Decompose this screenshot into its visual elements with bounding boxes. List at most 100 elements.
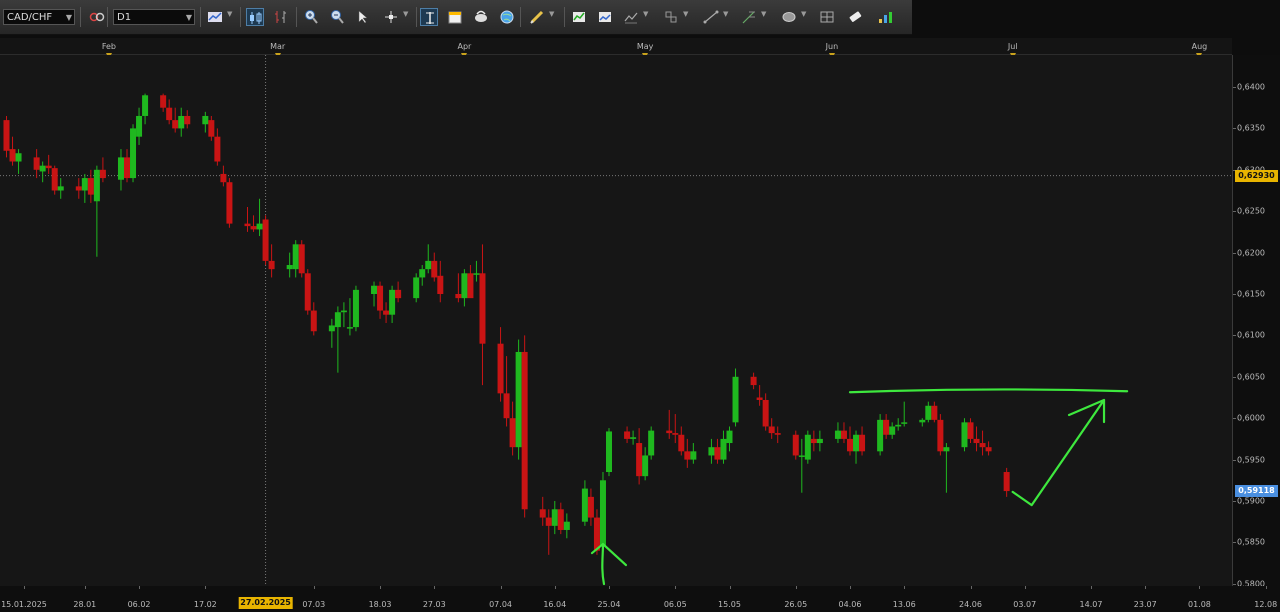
bullish-candle [340,302,347,328]
bullish-candle [708,438,715,464]
date-tick [675,586,677,589]
bearish-candle [672,414,679,444]
indicators-button[interactable] [622,8,640,26]
price-tick-label: 0,6000 [1237,413,1265,423]
candlestick-chart[interactable] [0,55,1232,586]
templates-button[interactable] [570,8,588,26]
bullish-candle [389,285,396,323]
line-chart-button[interactable] [206,8,224,26]
bearish-candle [250,215,257,232]
price-axis[interactable]: 0,64000,63500,63000,62500,62000,61500,61… [1233,55,1280,588]
bearish-candle [539,496,546,526]
eraser-button[interactable] [846,8,864,26]
grid-icon [820,11,834,23]
cursor-button[interactable] [354,8,372,26]
bullish-candle [39,161,46,183]
bearish-candle [545,509,552,555]
date-tick-label: 15.01.2025 [1,600,47,609]
bearish-candle [166,99,173,125]
grid-button[interactable] [818,8,836,26]
crosshair-button[interactable] [382,8,400,26]
price-tick-label: 0,6050 [1237,372,1265,382]
bearish-candle [587,488,594,526]
price-tick [1233,501,1236,502]
dropdown-arrow-icon[interactable]: ▼ [403,10,408,18]
signals-button[interactable] [876,8,894,26]
period-separator-button[interactable] [420,8,438,26]
bullish-candle [630,430,637,445]
bearish-candle [87,169,94,203]
bullish-candle [117,149,124,191]
bearish-candle [774,426,781,444]
bullish-candle [334,306,341,373]
date-tick [609,586,610,589]
bullish-candle [606,428,612,477]
chevron-down-icon: ▼ [185,13,192,22]
shapes-button[interactable] [780,8,798,26]
bullish-candle [352,285,359,332]
bar-chart-button[interactable] [272,8,290,26]
date-tick [1145,586,1147,589]
trendline-button[interactable] [702,8,720,26]
price-tick-label: 0,6350 [1237,123,1265,133]
date-tick [24,586,25,589]
month-label: Jul [1007,42,1018,51]
price-tick [1233,211,1236,213]
globe-icon [500,10,514,24]
bearish-candle [624,426,631,444]
date-tick [904,586,906,589]
candlestick-button[interactable] [246,8,264,26]
dropdown-arrow-icon[interactable]: ▼ [723,10,728,18]
dropdown-arrow-icon[interactable]: ▼ [761,10,766,18]
globe-button[interactable] [498,8,516,26]
zoom-in-button[interactable] [302,8,320,26]
bullish-candle [473,260,480,282]
bearish-candle [99,157,106,183]
date-tick [380,586,382,589]
price-tick-label: 0,6100 [1237,330,1265,340]
new-order-button[interactable] [446,8,464,26]
bearish-candle [172,107,179,133]
date-tick [313,586,315,589]
bearish-candle [985,441,992,456]
bearish-candle [792,430,799,460]
date-tick [139,586,141,589]
link-button[interactable] [88,8,106,26]
price-tick-label: 0,6400 [1237,82,1265,92]
bullish-candle [798,438,805,493]
screenshot-icon [599,12,611,22]
date-axis[interactable]: 15.01.2025 28.01 06.02 17.02 07.03 18.03 27.03… [0,586,1280,612]
bearish-candle [810,430,817,452]
dropdown-arrow-icon[interactable]: ▼ [227,10,232,18]
month-label: May [636,42,654,51]
dropdown-arrow-icon[interactable]: ▼ [549,10,554,18]
bullish-candle [413,273,420,303]
objects-button[interactable] [662,8,680,26]
bullish-candle [346,298,353,336]
hand-drawn-resistance-line [848,388,1129,394]
bearish-candle [431,252,438,282]
date-tick-label: 07.03 [302,600,326,609]
dropdown-arrow-icon[interactable]: ▼ [683,10,688,18]
date-tick [970,586,972,589]
dropdown-arrow-icon[interactable]: ▼ [801,10,806,18]
date-tick-label: 14.07 [1079,600,1103,609]
timeframe-select[interactable]: D1 ▼ [113,9,195,25]
dropdown-arrow-icon[interactable]: ▼ [643,10,648,18]
fibonacci-button[interactable] [740,8,758,26]
screenshot-button[interactable] [596,8,614,26]
bearish-candle [75,178,82,199]
date-tick [795,586,797,589]
pencil-button[interactable] [528,8,546,26]
symbol-value: CAD/CHF [7,12,53,23]
bearish-candle [298,240,305,278]
bullish-candle [515,339,522,460]
symbol-select[interactable]: CAD/CHF ▼ [3,9,75,25]
price-tick-label: 0,6250 [1237,206,1265,216]
zoom-out-button[interactable] [328,8,346,26]
bearish-candle [503,356,510,427]
chart-shift-button[interactable] [472,8,490,26]
chart-plot-area[interactable] [0,55,1233,586]
bearish-candle [3,115,10,158]
price-tick-label: 0,6150 [1237,289,1265,299]
